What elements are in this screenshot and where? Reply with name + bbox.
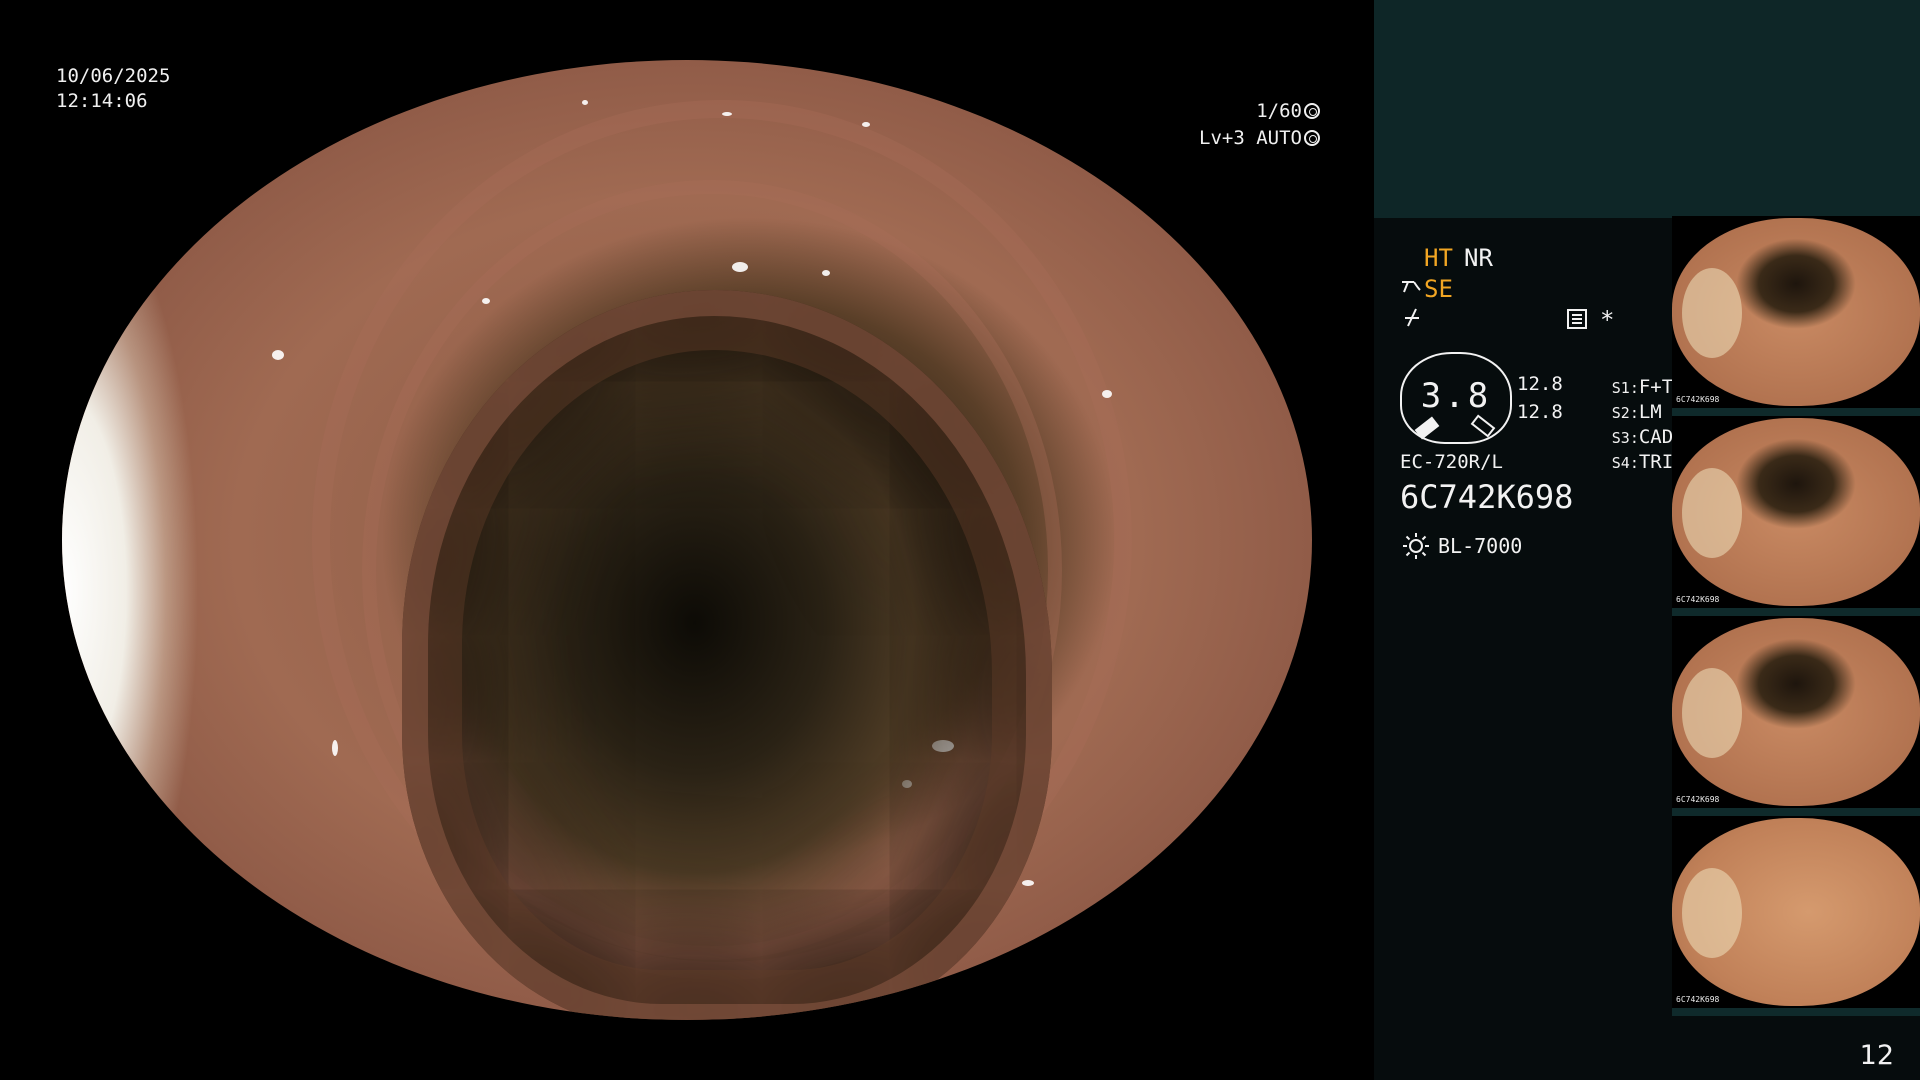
- panel-header-area: [1374, 0, 1920, 218]
- shutter-speed: 1/60: [1256, 100, 1302, 122]
- light-glint: [722, 112, 732, 116]
- osd-date: 10/06/2025: [56, 65, 171, 87]
- thumbnail-bar: [1672, 1008, 1920, 1016]
- light-glint: [1022, 880, 1034, 886]
- gauge-side-bottom: 12.8: [1517, 401, 1563, 423]
- light-glint: [712, 620, 718, 636]
- thumbnail-3[interactable]: 6C742K698: [1672, 616, 1920, 816]
- endoscope-image: [62, 60, 1312, 1020]
- iris-mode: AUTO: [1256, 127, 1302, 149]
- thumbnail-image: [1672, 818, 1920, 1006]
- scope-serial: 6C742K698: [1400, 478, 1574, 516]
- nr-indicator: NR: [1464, 244, 1493, 272]
- switch-row: S4:TRIG: [1566, 425, 1685, 501]
- se-indicator: SE: [1424, 275, 1453, 303]
- gauge-side-top: 12.8: [1517, 373, 1563, 395]
- thumbnail-caption: 6C742K698: [1676, 595, 1720, 604]
- light-glint: [582, 100, 588, 105]
- light-glint: [482, 298, 490, 304]
- distance-gauge: 3.8: [1400, 352, 1512, 444]
- iris-icon: [1304, 130, 1320, 146]
- shutter-icon: [1304, 103, 1320, 119]
- thumbnail-bar: [1672, 608, 1920, 616]
- gauge-value: 3.8: [1420, 376, 1492, 416]
- level-row: Lv+3 AUTO: [1160, 125, 1320, 152]
- shutter-row: 1/60: [1160, 98, 1320, 125]
- gauge-marker-right: [1470, 414, 1496, 438]
- light-glint: [272, 350, 284, 360]
- record-icon: [1567, 309, 1587, 329]
- asterisk-indicator: *: [1600, 306, 1615, 334]
- exposure-readout: 1/60 Lv+3 AUTO: [1160, 98, 1320, 152]
- light-glint: [932, 740, 954, 752]
- thumbnail-2[interactable]: 6C742K698: [1672, 416, 1920, 616]
- light-glint: [1102, 390, 1112, 398]
- info-panel: HT NR SE * 3.8 12.8 12.8 S1:F+T S2:LM S3…: [1374, 0, 1920, 1080]
- light-source-icon: [1403, 533, 1429, 559]
- scope-model: EC-720R/L: [1400, 451, 1503, 473]
- mucosal-fold: [362, 180, 1062, 960]
- color-mode-icon: [1405, 308, 1419, 327]
- gauge-marker-left: [1414, 416, 1440, 440]
- light-glint: [822, 270, 830, 276]
- thumbnail-caption: 6C742K698: [1676, 395, 1720, 404]
- endoscope-view: 10/06/2025 12:14:06 1/60 Lv+3 AUTO: [0, 0, 1374, 1080]
- thumbnail-caption: 6C742K698: [1676, 795, 1720, 804]
- capture-thumbnails: 6C742K698 6C742K698 6C742K698 6C742K698: [1672, 216, 1920, 1016]
- thumbnail-4[interactable]: 6C742K698: [1672, 816, 1920, 1016]
- light-glint: [902, 780, 912, 788]
- brightness-level: Lv+3: [1199, 127, 1245, 149]
- ht-indicator: HT: [1424, 244, 1453, 272]
- thumbnail-image: [1672, 418, 1920, 606]
- osd-time: 12:14:06: [56, 90, 148, 112]
- thumbnail-bar: [1672, 408, 1920, 416]
- thumbnail-image: [1672, 218, 1920, 406]
- switch-key: S4:: [1611, 454, 1639, 472]
- enhancement-icon: [1402, 281, 1421, 293]
- light-source-model: BL-7000: [1438, 534, 1523, 558]
- light-glint: [862, 122, 870, 127]
- thumbnail-image: [1672, 618, 1920, 806]
- thumbnail-1[interactable]: 6C742K698: [1672, 216, 1920, 416]
- light-glint: [732, 262, 748, 272]
- page-number: 12: [1859, 1040, 1894, 1071]
- thumbnail-caption: 6C742K698: [1676, 995, 1720, 1004]
- light-glint: [332, 740, 338, 756]
- thumbnail-bar: [1672, 808, 1920, 816]
